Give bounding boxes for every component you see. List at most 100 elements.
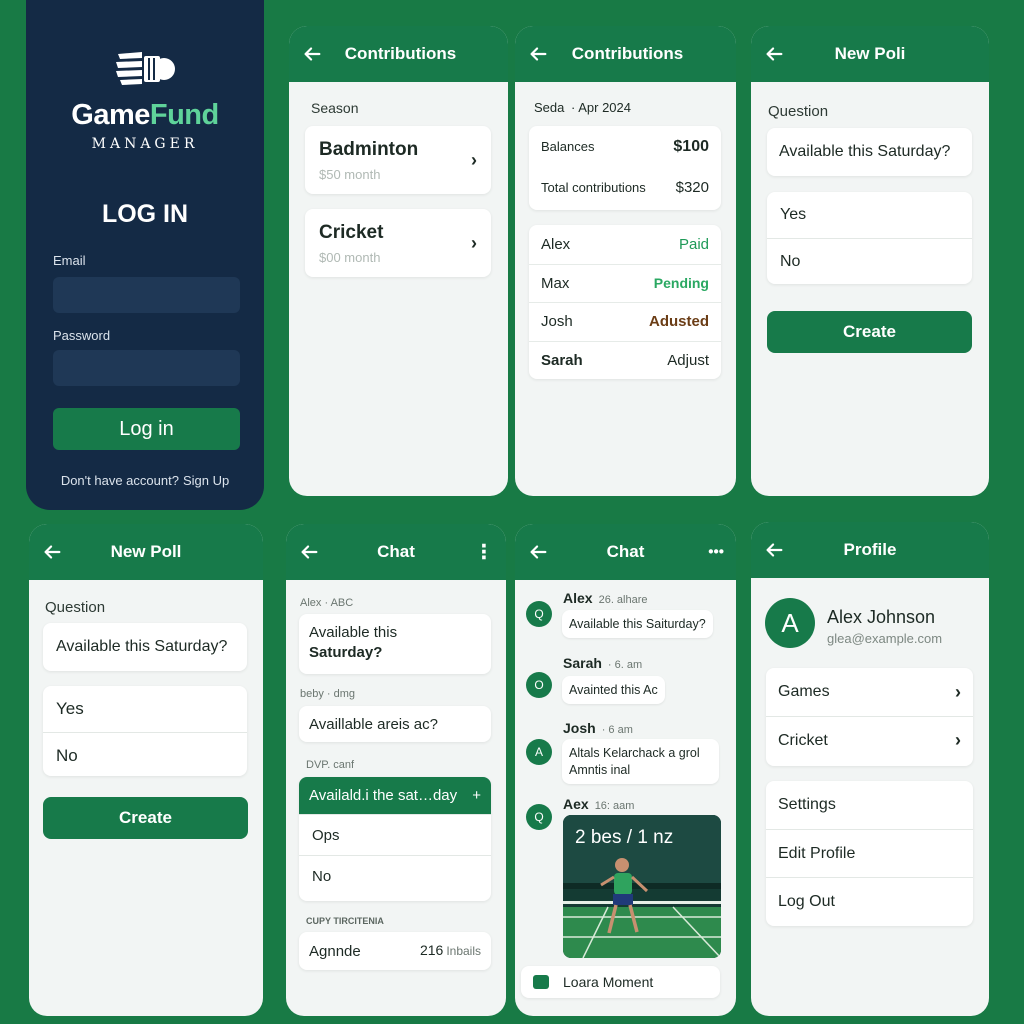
- message-time: · 6. am: [607, 659, 643, 671]
- more-vertical-icon[interactable]: ⋮: [474, 540, 494, 565]
- list-item[interactable]: Sarah Adjust: [529, 340, 721, 380]
- list-item[interactable]: Max Pending: [529, 263, 721, 303]
- app-logo: GameFund MANAGER: [26, 48, 264, 152]
- message-text-line: Altals Kelarchack a grol: [569, 746, 700, 760]
- status-badge: Paid: [678, 235, 709, 253]
- sender-name-text: Sarah: [563, 655, 602, 671]
- more-horizontal-icon[interactable]: •••: [708, 544, 724, 561]
- sport-item-badminton[interactable]: Badminton $50 month ›: [305, 126, 491, 194]
- list-item[interactable]: Alex Paid: [529, 225, 721, 264]
- page-title: Chat: [606, 542, 645, 561]
- page-title: Chat: [377, 542, 415, 561]
- question-label: Question: [768, 103, 829, 120]
- signup-link[interactable]: Sign Up: [183, 473, 229, 488]
- nav-item-cricket[interactable]: Cricket ›: [766, 716, 973, 764]
- moment-row[interactable]: Loara Moment: [521, 966, 720, 998]
- poll-option[interactable]: No: [43, 732, 247, 778]
- poll-option[interactable]: Yes: [43, 686, 247, 732]
- message-bubble: Altals Kelarchack a grol Amntis inal: [562, 739, 719, 784]
- email-field[interactable]: [53, 277, 240, 313]
- list-item[interactable]: Josh Adusted: [529, 302, 721, 341]
- chevron-right-icon: ›: [955, 730, 961, 750]
- agenda-row[interactable]: Agnnde 216 Inbails: [299, 932, 491, 970]
- photo-overlay-text: 2 bes / 1 nz: [575, 827, 674, 848]
- header: New Poll: [29, 524, 263, 580]
- moment-label: Loara Moment: [563, 974, 654, 990]
- message-time: 26. alhare: [598, 594, 648, 606]
- sender-name: Aex 16: aam: [563, 796, 634, 812]
- profile-nav-list: Games › Cricket ›: [766, 668, 973, 766]
- sender-name: Alex 26. alhare: [563, 590, 648, 606]
- balances-label: Balances: [541, 139, 595, 154]
- status-badge: Pending: [653, 275, 709, 292]
- logout-item[interactable]: Log Out: [766, 877, 973, 925]
- nav-item-games[interactable]: Games ›: [766, 668, 973, 716]
- signup-prompt: Don't have account? Sign Up: [26, 473, 264, 488]
- poll-option[interactable]: No: [299, 855, 491, 896]
- message-meta: DVP. canf: [306, 759, 355, 771]
- avatar: A: [765, 598, 815, 648]
- back-arrow-icon[interactable]: [763, 43, 785, 65]
- sender-name-text: Josh: [563, 720, 596, 736]
- section-label: CUPY TIRCITENIA: [306, 916, 384, 926]
- create-button[interactable]: Create: [43, 797, 248, 839]
- logo-title: GameFund: [26, 99, 264, 132]
- sender-name-text: Aex: [563, 796, 589, 812]
- message-time: 16: aam: [594, 800, 635, 812]
- edit-profile-item[interactable]: Edit Profile: [766, 829, 973, 877]
- poll-options: Yes No: [43, 686, 247, 776]
- sender-name: Sarah · 6. am: [563, 655, 642, 671]
- agenda-suffix: Inbails: [446, 944, 481, 958]
- sport-fee: $00 month: [319, 249, 381, 265]
- question-field[interactable]: Available this Saturday?: [767, 128, 972, 176]
- poll-option[interactable]: No: [767, 238, 972, 284]
- avatar: Q: [526, 804, 552, 830]
- poll-option[interactable]: Ops: [299, 814, 491, 855]
- sender-name-text: Alex: [563, 590, 593, 606]
- header: New Poli: [751, 26, 989, 82]
- avatar: O: [526, 672, 552, 698]
- new-poll-screen-2: New Poll Question Available this Saturda…: [29, 524, 263, 1016]
- avatar: A: [526, 739, 552, 765]
- user-email: glea@example.com: [827, 631, 943, 646]
- create-button[interactable]: Create: [767, 311, 972, 353]
- member-name: Josh: [541, 313, 573, 331]
- message-text-line: Saturday?: [309, 644, 383, 661]
- agenda-value-group: 216 Inbails: [420, 942, 481, 960]
- message-text-line: Available this: [309, 624, 398, 641]
- back-arrow-icon[interactable]: [301, 43, 323, 65]
- back-arrow-icon[interactable]: [41, 541, 63, 563]
- agenda-label: Agnnde: [309, 942, 361, 960]
- sport-name: Cricket: [319, 221, 384, 243]
- plus-icon[interactable]: +: [472, 787, 481, 804]
- message-text: Availlable areis ac?: [309, 715, 438, 733]
- message-meta: beby · dmg: [300, 688, 356, 700]
- message-text-line: Amntis inal: [569, 763, 631, 777]
- season-header: Seda · Apr 2024: [534, 100, 631, 115]
- email-label: Email: [53, 253, 86, 268]
- agenda-value: 216: [419, 942, 444, 958]
- back-arrow-icon[interactable]: [527, 541, 549, 563]
- back-arrow-icon[interactable]: [298, 541, 320, 563]
- message-bubble: Availlable areis ac?: [299, 706, 491, 742]
- question-field[interactable]: Available this Saturday?: [43, 623, 247, 671]
- page-title: Contributions: [571, 44, 684, 63]
- season-name: Seda: [534, 100, 565, 115]
- back-arrow-icon[interactable]: [527, 43, 549, 65]
- page-title: New Poli: [834, 44, 906, 63]
- no-account-text: Don't have account?: [60, 473, 179, 488]
- poll-header: Availald.i the sat…day +: [299, 777, 491, 814]
- page-title: Contributions: [344, 44, 457, 63]
- password-field[interactable]: [53, 350, 240, 386]
- logo-word-game: Game: [71, 99, 150, 131]
- poll-option[interactable]: Yes: [767, 192, 972, 238]
- chat-screen-2: Chat ••• Q Alex 26. alhare Available this…: [515, 524, 736, 1016]
- header: Contributions: [289, 26, 508, 82]
- back-arrow-icon[interactable]: [763, 539, 785, 561]
- login-title: LOG IN: [101, 200, 189, 228]
- settings-item[interactable]: Settings: [766, 781, 973, 829]
- photo-attachment[interactable]: 2 bes / 1 nz: [563, 815, 721, 958]
- login-button[interactable]: Log in: [53, 408, 240, 450]
- message-bubble: Avainted this Ac: [562, 676, 665, 704]
- sport-item-cricket[interactable]: Cricket $00 month ›: [305, 209, 491, 277]
